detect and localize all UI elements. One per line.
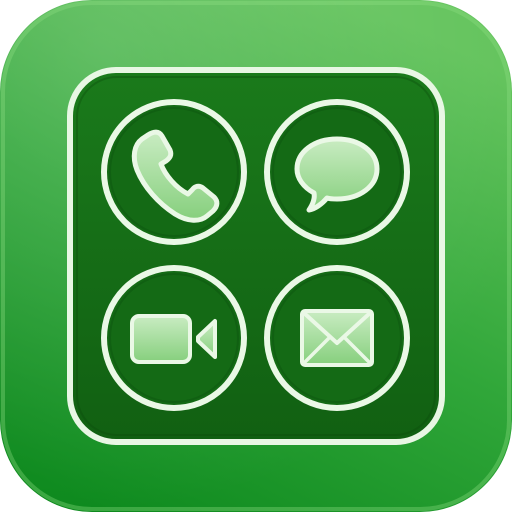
- facetime-button[interactable]: [101, 265, 247, 411]
- phone-button[interactable]: [101, 99, 247, 245]
- app-icon-graphic: [0, 0, 512, 512]
- app-icon[interactable]: [0, 0, 512, 512]
- mail-button[interactable]: [264, 265, 410, 411]
- envelope-icon: [300, 309, 374, 367]
- messages-button[interactable]: [264, 99, 410, 245]
